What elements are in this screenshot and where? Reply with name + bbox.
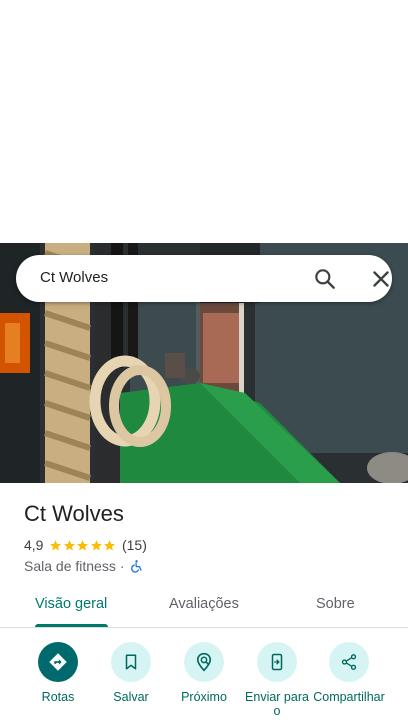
- directions-button[interactable]: Rotas: [22, 642, 94, 704]
- place-title: Ct Wolves: [24, 501, 124, 526]
- tab-bar: Visão geral Avaliações Sobre: [0, 584, 408, 627]
- tab-overview[interactable]: Visão geral: [35, 596, 107, 612]
- search-input[interactable]: Ct Wolves: [40, 269, 108, 286]
- save-button[interactable]: Salvar: [95, 642, 167, 704]
- send-to-phone-label: Enviar para o: [245, 690, 309, 718]
- star-rating: [49, 539, 117, 552]
- separator-dot: ·: [119, 558, 125, 574]
- tab-reviews[interactable]: Avaliações: [169, 596, 239, 612]
- send-to-phone-button-circle[interactable]: [257, 642, 297, 682]
- share-label: Compartilhar: [313, 690, 385, 704]
- share-icon: [341, 654, 357, 670]
- star-icon: [77, 539, 89, 550]
- send-to-phone-button[interactable]: Enviar para o: [241, 642, 313, 718]
- search-bar[interactable]: Ct Wolves: [16, 255, 392, 302]
- search-icon[interactable]: [312, 266, 338, 292]
- directions-icon: [49, 653, 67, 671]
- share-button[interactable]: Compartilhar: [313, 642, 385, 704]
- rating-value: 4,9: [24, 537, 44, 553]
- nearby-label: Próximo: [181, 690, 227, 704]
- share-button-circle[interactable]: [329, 642, 369, 682]
- tab-about[interactable]: Sobre: [316, 596, 355, 612]
- directions-button-circle[interactable]: [38, 642, 78, 682]
- bookmark-icon: [125, 654, 137, 670]
- star-icon: [64, 539, 75, 550]
- star-icon: [104, 539, 116, 550]
- rating-row[interactable]: 4,9 (15): [24, 536, 147, 554]
- star-icon: [50, 539, 62, 550]
- place-category: Sala de fitness: [24, 558, 116, 574]
- wheelchair-accessible-icon: [130, 560, 142, 573]
- nearby-button-circle[interactable]: [184, 642, 224, 682]
- nearby-button[interactable]: Próximo: [168, 642, 240, 704]
- directions-label: Rotas: [41, 690, 75, 704]
- star-icon: [91, 539, 102, 550]
- category-row: Sala de fitness ·: [24, 557, 143, 575]
- send-to-phone-icon: [271, 653, 283, 671]
- review-count: (15): [121, 537, 147, 553]
- save-label: Salvar: [113, 690, 149, 704]
- tab-divider: [0, 627, 408, 628]
- nearby-icon: [196, 652, 212, 672]
- close-icon[interactable]: [368, 266, 394, 292]
- map-area-blank: [0, 0, 408, 243]
- save-button-circle[interactable]: [111, 642, 151, 682]
